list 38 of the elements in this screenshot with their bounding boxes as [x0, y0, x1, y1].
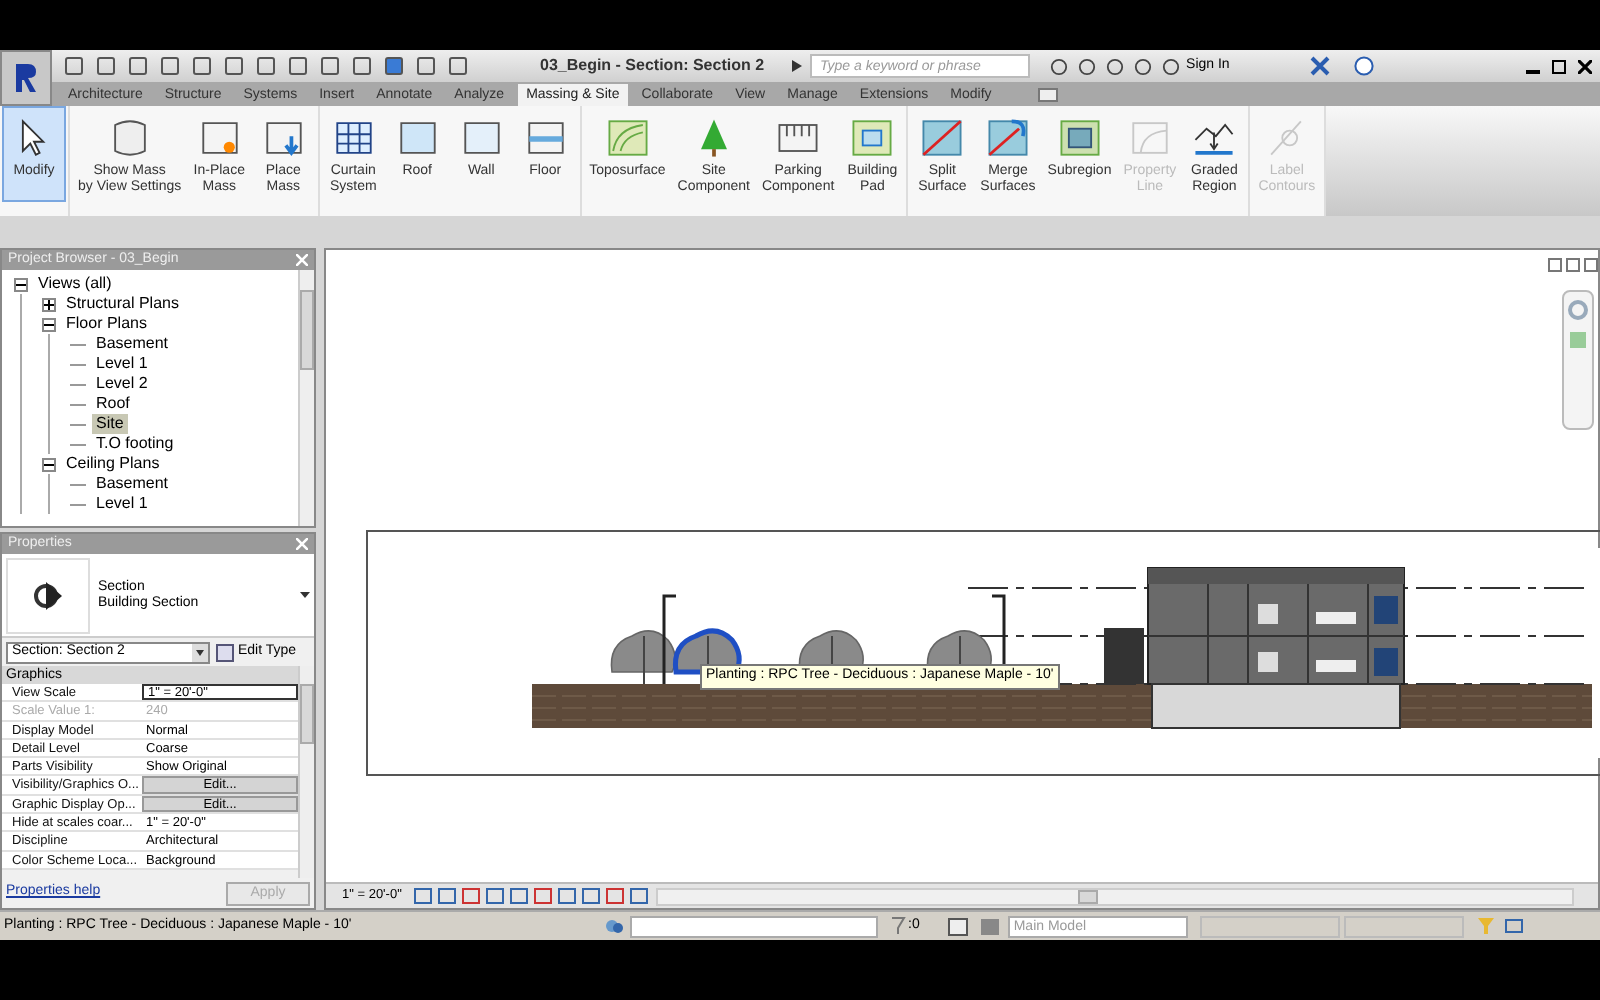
edit-type-icon — [216, 643, 234, 661]
panel-toggle-icon[interactable] — [1037, 88, 1058, 102]
collapse-icon[interactable] — [14, 277, 28, 291]
tree-item[interactable]: T.O footing — [92, 434, 178, 454]
status-field — [1343, 915, 1464, 937]
collapse-icon[interactable] — [42, 457, 56, 471]
tree-item[interactable]: Views (all) — [34, 274, 116, 294]
maximize-icon[interactable] — [1552, 59, 1566, 73]
selection-icon[interactable] — [1503, 916, 1524, 936]
expand-icon[interactable] — [42, 297, 56, 311]
exchange-icon[interactable] — [1309, 56, 1330, 76]
logo-icon — [12, 62, 40, 94]
tree-drawing[interactable] — [610, 630, 676, 685]
document-title: 03_Begin - Section: Section 2 — [540, 54, 765, 78]
tree-item[interactable]: Site — [92, 414, 128, 434]
worksets-icon[interactable] — [604, 916, 624, 936]
collapse-icon[interactable] — [42, 317, 56, 331]
app-menu-button[interactable] — [0, 50, 52, 106]
tree-item[interactable]: Floor Plans — [62, 314, 151, 334]
tree-item[interactable]: Structural Plans — [62, 294, 183, 314]
close-icon[interactable] — [1578, 59, 1592, 73]
tree-item[interactable]: Level 2 — [92, 374, 152, 394]
expand-arrow-icon[interactable] — [792, 60, 803, 72]
dropdown-arrow-icon[interactable] — [300, 592, 310, 598]
help-icon[interactable] — [1353, 56, 1374, 76]
tree-item[interactable]: Basement — [92, 474, 173, 494]
tree-item[interactable]: Roof — [92, 394, 134, 414]
dropdown-arrow-icon — [192, 643, 208, 661]
status-field — [1199, 915, 1340, 937]
street-lamp-drawing — [662, 594, 676, 684]
tree-item[interactable]: Basement — [92, 334, 173, 354]
scrollbar[interactable] — [298, 666, 314, 878]
horizontal-scrollbar[interactable] — [655, 887, 1574, 905]
tree-item[interactable]: Ceiling Plans — [62, 454, 164, 474]
view-cube-bar[interactable] — [1548, 258, 1598, 272]
scrollbar[interactable] — [298, 270, 314, 526]
tree-item[interactable]: Level 1 — [92, 494, 152, 514]
tree-item[interactable]: Level 1 — [92, 354, 152, 374]
